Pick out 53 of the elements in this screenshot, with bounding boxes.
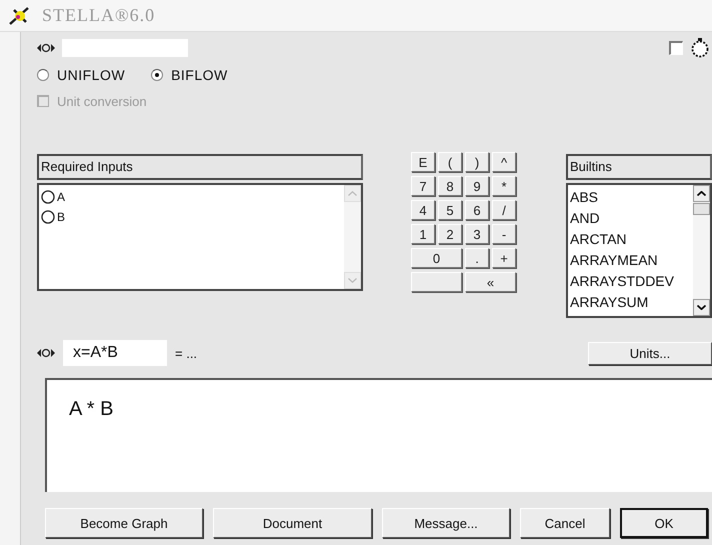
input-item[interactable]: A <box>41 187 342 207</box>
keypad-key[interactable]: * <box>492 176 516 196</box>
builtin-item[interactable]: AND <box>570 208 691 229</box>
units-button[interactable]: Units... <box>588 342 712 364</box>
radio-option[interactable]: BIFLOW <box>151 67 228 83</box>
blank-key[interactable] <box>411 272 462 292</box>
keypad-key[interactable]: 7 <box>411 176 435 196</box>
keypad-key[interactable]: 0 <box>411 248 462 268</box>
keypad-key[interactable]: ( <box>438 152 462 172</box>
keypad-key[interactable]: 1 <box>411 224 435 244</box>
name-field[interactable] <box>62 39 188 57</box>
arrows-icon <box>37 348 55 358</box>
scrollbar[interactable] <box>344 185 361 289</box>
dialog-button[interactable]: OK <box>620 508 708 538</box>
builtin-item[interactable]: ARRAYMEAN <box>570 250 691 271</box>
builtin-item[interactable]: ARCTAN <box>570 229 691 250</box>
keypad-key[interactable]: 8 <box>438 176 462 196</box>
equation-field[interactable]: A * B <box>45 378 712 492</box>
keypad-key[interactable]: . <box>465 248 489 268</box>
dialog-button[interactable]: Document <box>213 508 372 538</box>
keypad-key[interactable]: ^ <box>492 152 516 172</box>
window-title: STELLA®6.0 <box>42 5 156 26</box>
list-header: Required Inputs <box>37 154 363 180</box>
scrollbar[interactable] <box>693 185 710 316</box>
input-item[interactable]: B <box>41 207 342 227</box>
list-header: Builtins <box>566 154 712 180</box>
circle-icon <box>41 190 55 204</box>
checkbox[interactable] <box>669 41 683 55</box>
stopwatch-icon[interactable] <box>690 38 710 58</box>
scroll-thumb[interactable] <box>693 203 710 215</box>
keypad-key[interactable]: 4 <box>411 200 435 220</box>
keypad-key[interactable]: / <box>492 200 516 220</box>
variable-name-field[interactable]: x=A*B <box>63 340 167 366</box>
dialog-button[interactable]: Cancel <box>520 508 610 538</box>
keypad-key[interactable]: E <box>411 152 435 172</box>
radio-option[interactable]: UNIFLOW <box>37 67 126 83</box>
keypad-key[interactable]: ) <box>465 152 489 172</box>
dialog-button[interactable]: Become Graph <box>45 508 203 538</box>
builtin-item[interactable]: ABS <box>570 187 691 208</box>
keypad-key[interactable]: 2 <box>438 224 462 244</box>
equals-label: = ... <box>175 346 198 360</box>
circle-icon <box>41 210 55 224</box>
keypad-key[interactable]: 3 <box>465 224 489 244</box>
dialog-button[interactable]: Message... <box>382 508 510 538</box>
arrows-icon <box>37 43 55 53</box>
keypad-key[interactable]: 6 <box>465 200 489 220</box>
keypad-key[interactable]: « <box>465 272 516 292</box>
keypad-key[interactable]: - <box>492 224 516 244</box>
keypad-key[interactable]: 9 <box>465 176 489 196</box>
builtin-item[interactable]: ARRAYSTDDEV <box>570 271 691 292</box>
builtin-item[interactable]: ARRAYSUM <box>570 292 691 313</box>
keypad-key[interactable]: + <box>492 248 516 268</box>
keypad-key[interactable]: 5 <box>438 200 462 220</box>
